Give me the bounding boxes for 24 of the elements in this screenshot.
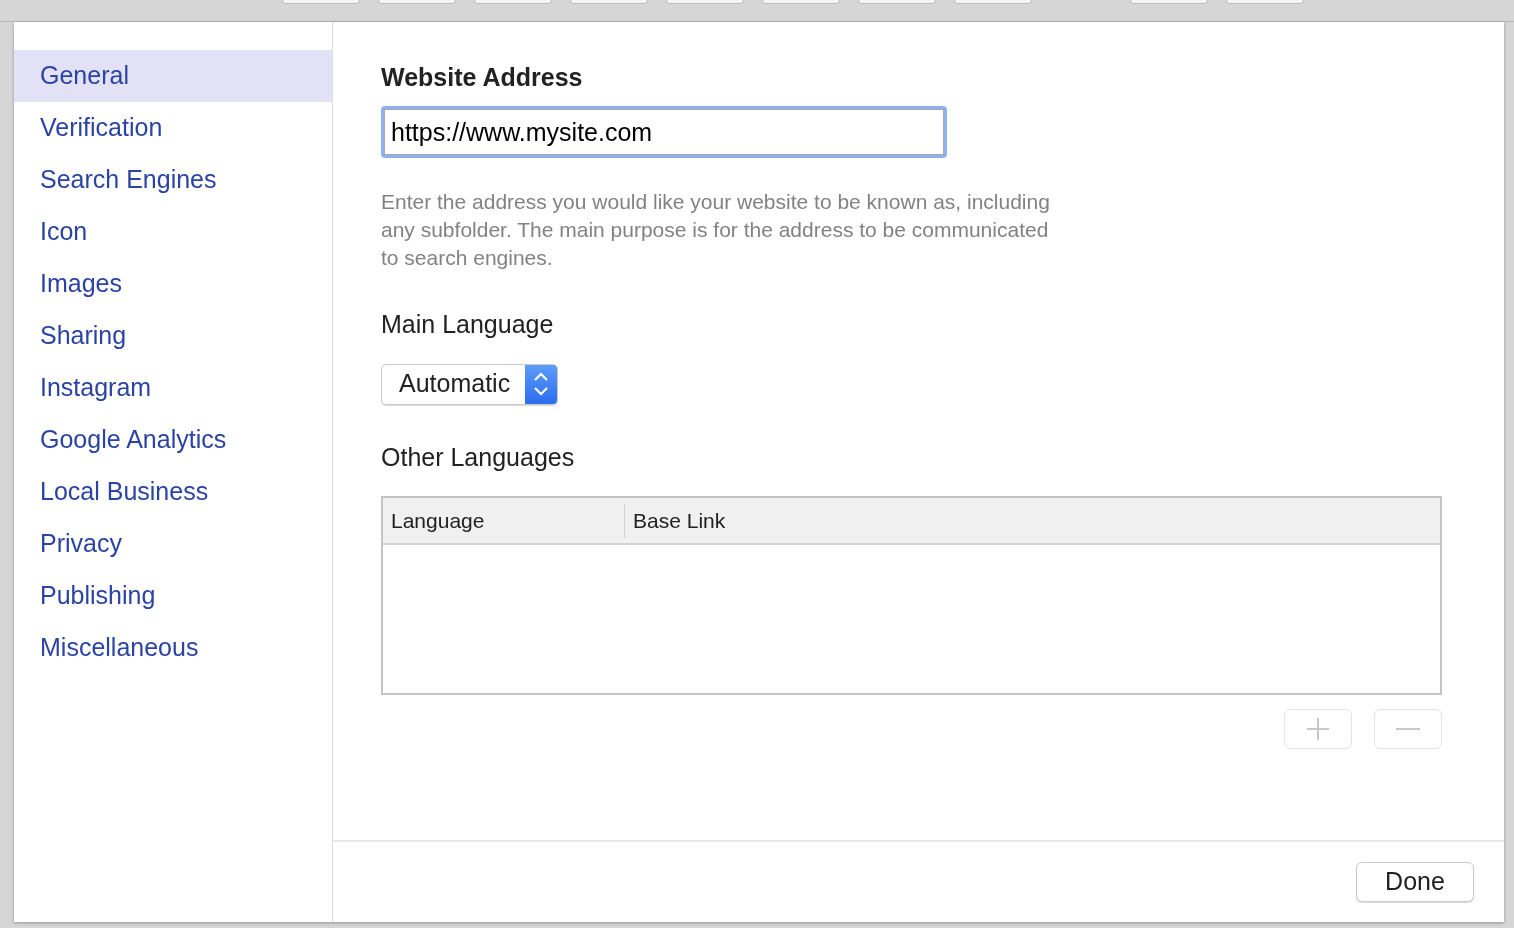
language-select[interactable]: Automatic bbox=[381, 363, 559, 405]
sidebar-item[interactable]: Search Engines bbox=[14, 154, 332, 206]
sidebar-item[interactable]: Google Analytics bbox=[14, 414, 332, 466]
sidebar-item[interactable]: Verification bbox=[14, 102, 332, 154]
url-input-field[interactable]: https://www.mysite.com bbox=[384, 109, 944, 155]
chevron-updown-icon bbox=[525, 364, 558, 404]
section-heading: Other Languages bbox=[381, 441, 575, 473]
column-header[interactable]: Base Link bbox=[625, 503, 1440, 538]
plus-icon bbox=[1306, 717, 1330, 741]
sidebar-item[interactable]: Images bbox=[14, 258, 332, 310]
minus-icon bbox=[1396, 728, 1420, 730]
sidebar-item[interactable]: Instagram bbox=[14, 362, 332, 414]
sidebar-item[interactable]: Icon bbox=[14, 206, 332, 258]
sidebar-item[interactable]: Publishing bbox=[14, 570, 332, 622]
done-button[interactable]: Done bbox=[1356, 862, 1474, 902]
sidebar-item[interactable]: Local Business bbox=[14, 466, 332, 518]
section-heading: Main Language bbox=[381, 309, 554, 340]
help-text: Enter the address you would like your website to be known as, including any subfolder. The main purpose is for the address to be communicated to search engines. bbox=[381, 189, 1051, 271]
sidebar-item[interactable]: Miscellaneous bbox=[14, 622, 332, 674]
column-header[interactable]: Language bbox=[383, 503, 625, 538]
section-heading: Website Address bbox=[381, 62, 583, 92]
sidebar-item[interactable]: General bbox=[14, 50, 332, 102]
sidebar-item[interactable]: Privacy bbox=[14, 518, 332, 570]
sidebar-item[interactable]: Sharing bbox=[14, 310, 332, 362]
